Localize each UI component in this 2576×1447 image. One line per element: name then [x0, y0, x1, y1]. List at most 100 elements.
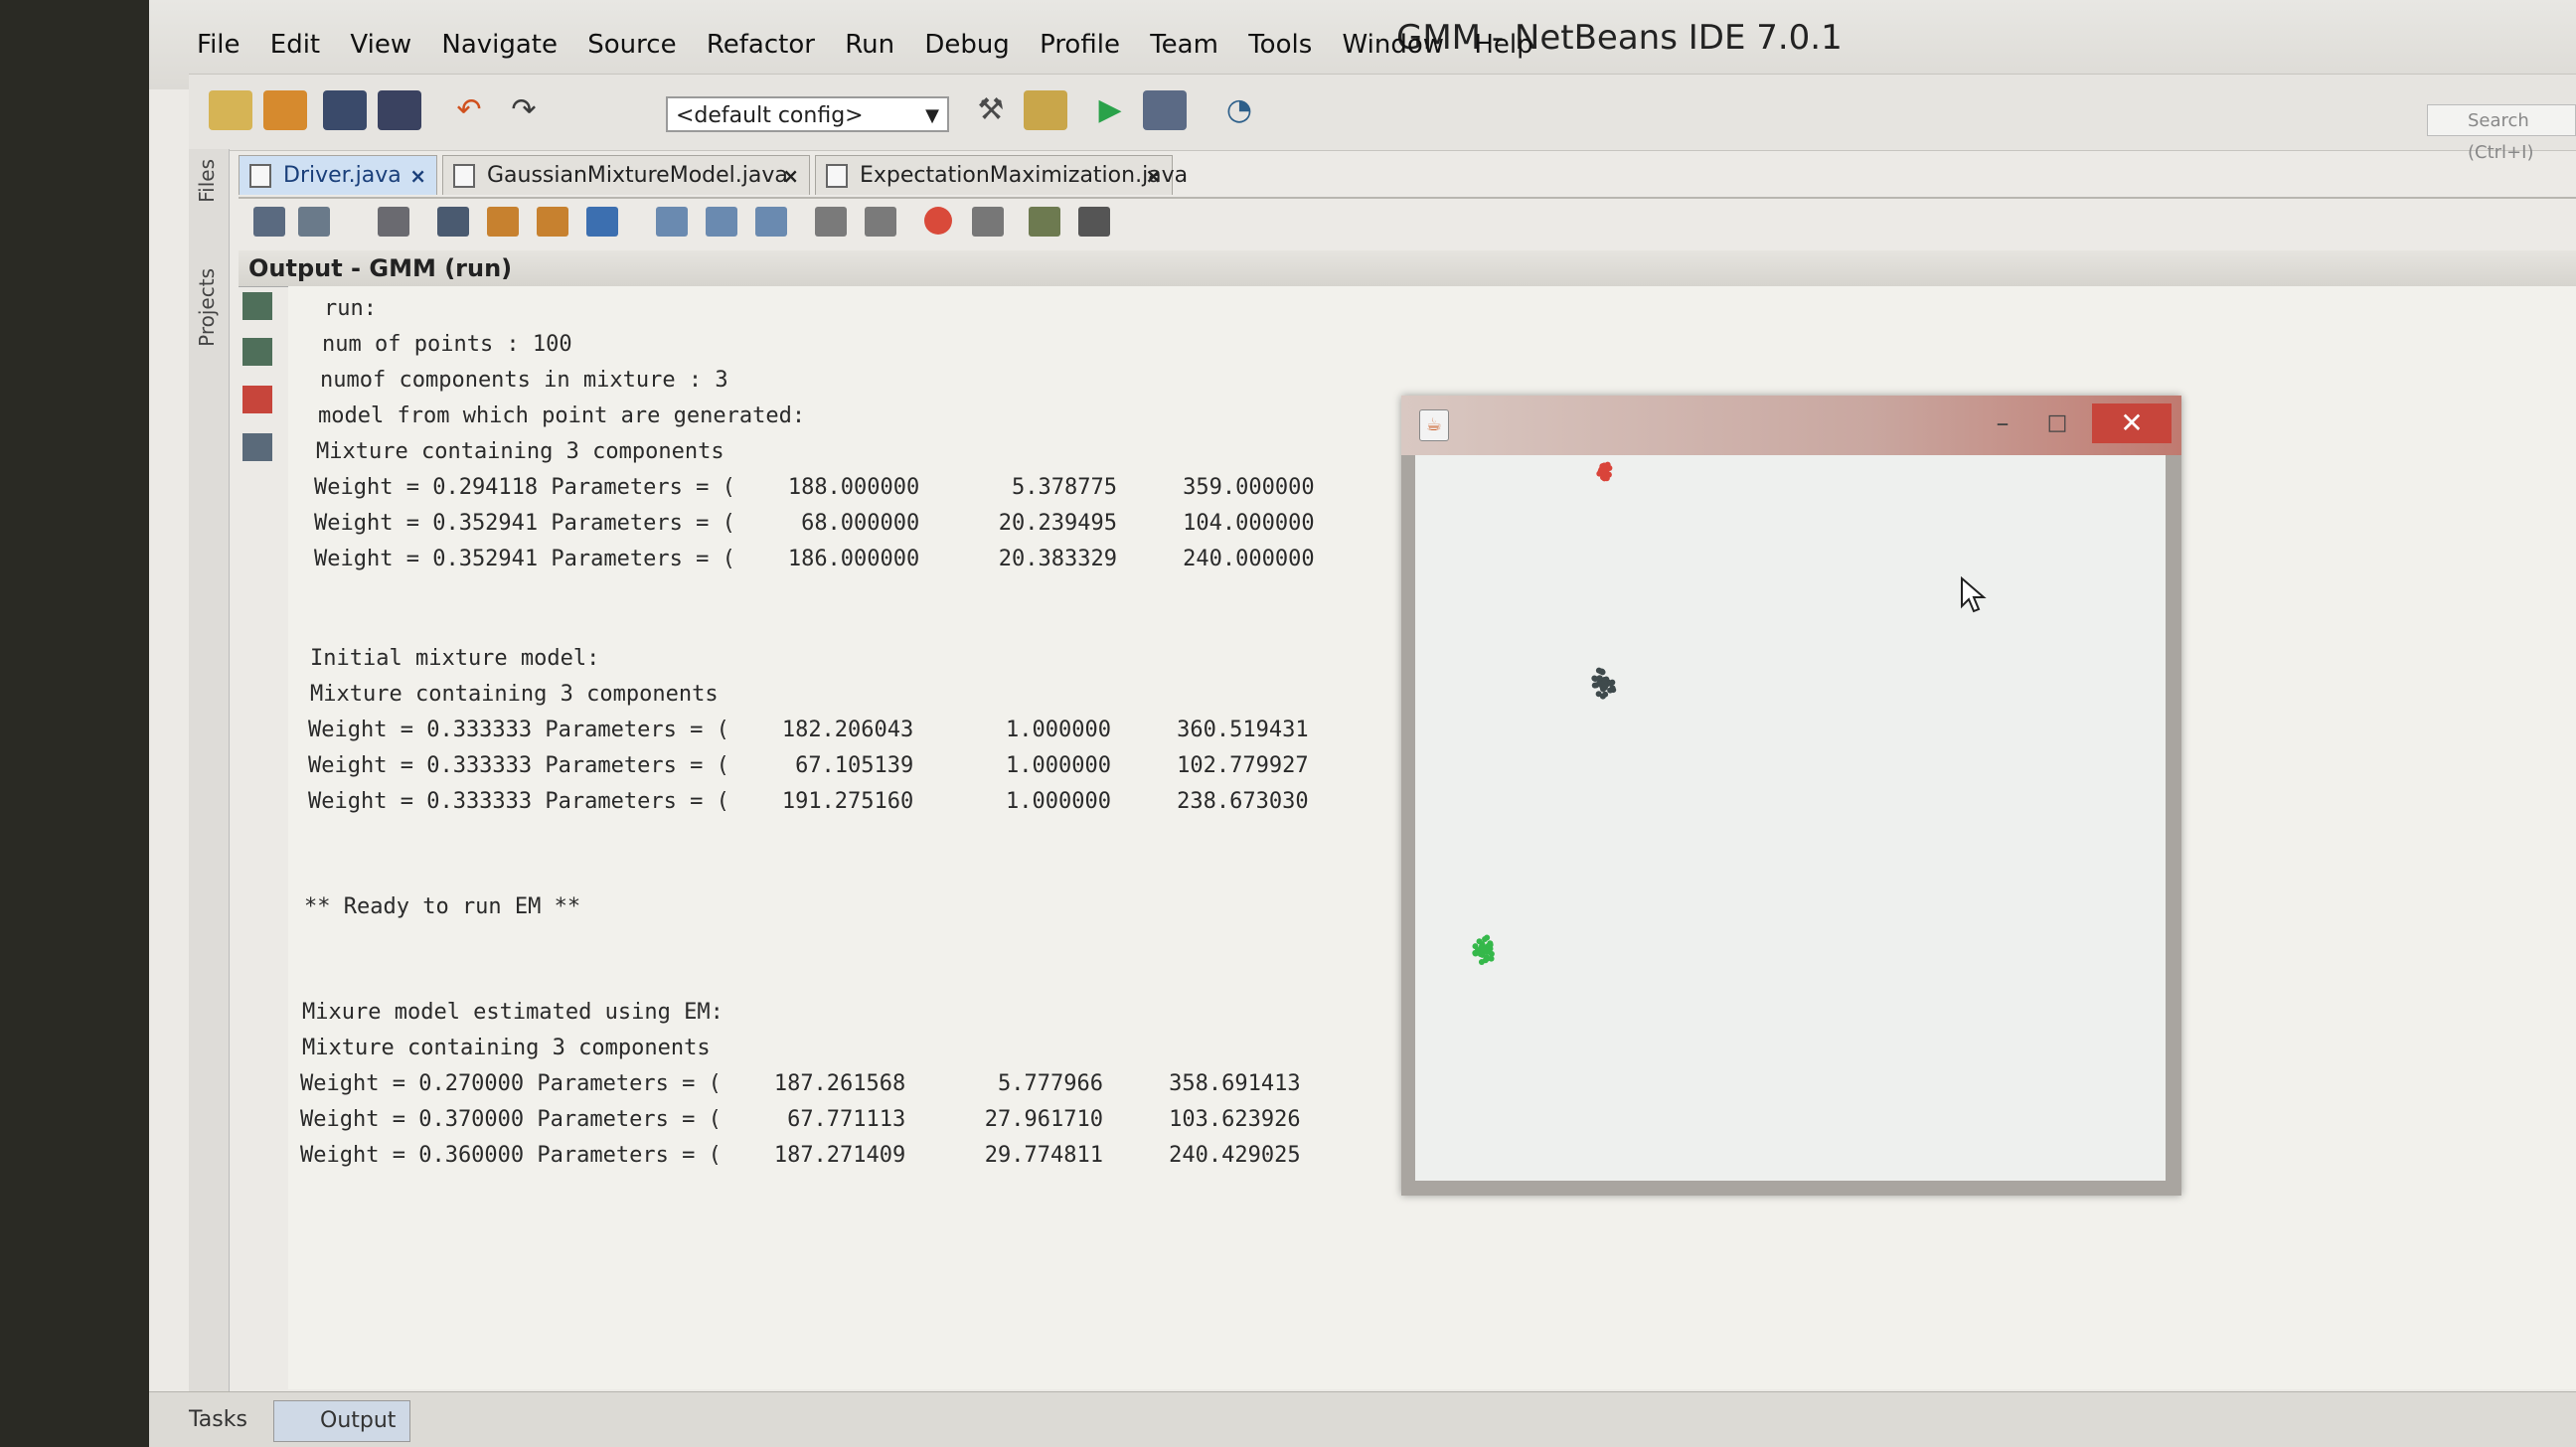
cluster-point: [1597, 681, 1604, 688]
cluster-point: [1599, 669, 1606, 676]
java-file-icon: [826, 164, 848, 188]
comment-icon[interactable]: [1029, 207, 1060, 237]
cluster-point: [1600, 474, 1607, 481]
menu-view[interactable]: View: [350, 30, 411, 60]
new-project-icon[interactable]: [263, 90, 307, 130]
stop-macro-icon[interactable]: [972, 207, 1004, 237]
back-icon[interactable]: [298, 207, 330, 237]
uncomment-icon[interactable]: [1078, 207, 1110, 237]
close-icon[interactable]: ×: [782, 156, 799, 196]
menu-team[interactable]: Team: [1150, 30, 1218, 60]
menu-bar: File Edit View Navigate Source Refactor …: [197, 30, 1555, 60]
find-icon[interactable]: [437, 207, 469, 237]
tab-label: ExpectationMaximization.java: [860, 163, 1189, 188]
console-line: Mixure model estimated using EM:: [302, 1000, 724, 1025]
cluster-point: [1488, 950, 1495, 957]
menu-help[interactable]: Help: [1474, 30, 1532, 60]
search-input[interactable]: Search (Ctrl+I): [2427, 104, 2576, 163]
console-line: Initial mixture model:: [310, 646, 600, 671]
menu-source[interactable]: Source: [587, 30, 676, 60]
console-line: Weight = 0.294118 Parameters = ( 188.000…: [314, 475, 1315, 500]
find-next-icon[interactable]: [537, 207, 568, 237]
redo-icon[interactable]: ↷: [502, 90, 546, 130]
chevron-down-icon: ▼: [925, 105, 939, 126]
find-previous-icon[interactable]: [487, 207, 519, 237]
tab-tasks[interactable]: Tasks: [149, 1392, 247, 1447]
projects-tab[interactable]: Projects: [195, 268, 219, 347]
profile-icon[interactable]: ◔: [1217, 90, 1261, 130]
netbeans-ide-window: GMM - NetBeans IDE 7.0.1 File Edit View …: [149, 0, 2576, 1447]
menu-navigate[interactable]: Navigate: [441, 30, 558, 60]
console-line: Mixture containing 3 components: [316, 439, 724, 464]
menu-window[interactable]: Window: [1343, 30, 1445, 60]
menu-refactor[interactable]: Refactor: [707, 30, 815, 60]
toggle-bookmark-icon[interactable]: [755, 207, 787, 237]
menu-tools[interactable]: Tools: [1248, 30, 1312, 60]
rerun-icon[interactable]: [242, 292, 272, 320]
save-all-icon[interactable]: [378, 90, 421, 130]
new-file-icon[interactable]: [209, 90, 252, 130]
config-select[interactable]: <default config> ▼: [666, 96, 949, 132]
tab-label: Driver.java: [283, 163, 402, 188]
toggle-highlight-icon[interactable]: [586, 207, 618, 237]
editor-toolbar: [239, 197, 2576, 251]
mouse-cursor-icon: [1961, 576, 1987, 613]
debug-icon[interactable]: [1143, 90, 1187, 130]
files-tab[interactable]: Files: [195, 159, 219, 203]
minimize-button[interactable]: –: [1983, 405, 2022, 441]
console-line: run:: [324, 296, 377, 321]
console-line: Weight = 0.333333 Parameters = ( 182.206…: [308, 718, 1309, 742]
shift-left-icon[interactable]: [815, 207, 847, 237]
cluster-dark: [1591, 667, 1617, 700]
java-plot-window[interactable]: ☕ – □ ✕: [1401, 396, 2181, 1196]
tab-label: Output: [320, 1408, 397, 1433]
build-hammer-icon[interactable]: ⚒: [969, 90, 1013, 130]
console-line: ** Ready to run EM **: [304, 894, 581, 919]
undo-icon[interactable]: ↶: [447, 90, 491, 130]
console-line: Weight = 0.352941 Parameters = ( 186.000…: [314, 547, 1315, 571]
menu-debug[interactable]: Debug: [924, 30, 1010, 60]
tab-expectation-maximization-java[interactable]: ExpectationMaximization.java ×: [815, 155, 1188, 196]
previous-bookmark-icon[interactable]: [656, 207, 688, 237]
console-line: Weight = 0.370000 Parameters = ( 67.7711…: [300, 1107, 1301, 1132]
next-bookmark-icon[interactable]: [706, 207, 737, 237]
output-settings-icon[interactable]: [242, 433, 272, 461]
close-icon[interactable]: ×: [409, 156, 426, 196]
history-icon[interactable]: [253, 207, 285, 237]
tab-gaussian-mixture-model-java[interactable]: GaussianMixtureModel.java ×: [442, 155, 810, 195]
cluster-green: [1472, 934, 1495, 965]
close-icon[interactable]: ×: [1145, 156, 1162, 196]
open-project-icon[interactable]: [323, 90, 367, 130]
cluster-point: [1472, 943, 1479, 950]
run-icon[interactable]: ▶: [1088, 90, 1132, 130]
menu-run[interactable]: Run: [845, 30, 894, 60]
rerun-with-params-icon[interactable]: [242, 338, 272, 366]
tab-output[interactable]: Output: [273, 1400, 411, 1442]
cluster-plot: [1472, 461, 1617, 965]
config-select-value: <default config>: [676, 103, 864, 128]
shift-right-icon[interactable]: [865, 207, 896, 237]
console-line: num of points : 100: [322, 332, 572, 357]
close-button[interactable]: ✕: [2092, 403, 2172, 443]
tab-driver-java[interactable]: Driver.java ×: [239, 155, 437, 195]
maximize-button[interactable]: □: [2037, 405, 2077, 441]
cluster-point: [1602, 691, 1609, 698]
tab-label: Tasks: [189, 1407, 247, 1432]
console-line: Mixture containing 3 components: [302, 1036, 711, 1060]
output-side-toolbar: [229, 286, 289, 1389]
java-window-title-bar[interactable]: ☕ – □ ✕: [1401, 396, 2181, 455]
java-coffee-icon: ☕: [1419, 409, 1449, 441]
menu-edit[interactable]: Edit: [270, 30, 320, 60]
clean-build-icon[interactable]: [1024, 90, 1067, 130]
menu-file[interactable]: File: [197, 30, 241, 60]
cluster-canvas: [1415, 455, 2166, 1181]
stop-icon[interactable]: [242, 386, 272, 413]
forward-icon[interactable]: [378, 207, 409, 237]
cluster-red: [1596, 461, 1613, 482]
cluster-point: [1600, 462, 1607, 469]
menu-profile[interactable]: Profile: [1040, 30, 1120, 60]
record-macro-icon[interactable]: [924, 207, 952, 235]
main-toolbar: ↶ ↷ <default config> ▼ ⚒ ▶ ◔ Search (Ctr…: [189, 74, 2576, 163]
side-panel-strip: Files Projects: [189, 149, 230, 1391]
console-line: Weight = 0.360000 Parameters = ( 187.271…: [300, 1143, 1301, 1168]
